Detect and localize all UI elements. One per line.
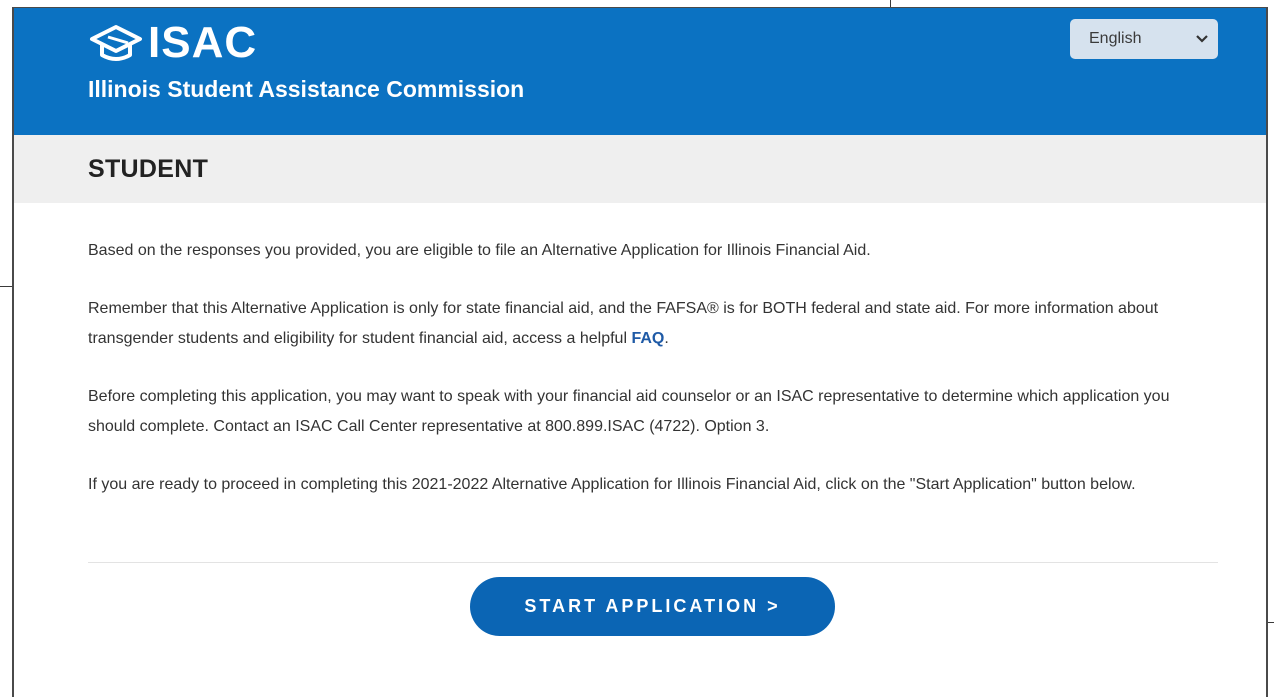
graduation-cap-icon <box>88 23 144 63</box>
page-title: STUDENT <box>88 155 209 183</box>
fafsa-paragraph: Remember that this Alternative Applicati… <box>88 294 1218 354</box>
crop-line-left <box>0 286 12 287</box>
organization-name: Illinois Student Assistance Commission <box>88 76 525 102</box>
logo-text: ISAC <box>148 18 258 67</box>
crop-line-right <box>1268 622 1274 623</box>
proceed-paragraph: If you are ready to proceed in completin… <box>88 476 1136 493</box>
chevron-down-icon <box>1196 30 1208 48</box>
main-content: Based on the responses you provided, you… <box>88 236 1218 528</box>
language-select-value: English <box>1089 30 1142 47</box>
faq-link[interactable]: FAQ <box>631 330 664 347</box>
page-frame: ISAC Illinois Student Assistance Commiss… <box>12 7 1268 697</box>
contact-paragraph: Before completing this application, you … <box>88 388 1170 435</box>
fafsa-paragraph-text: Remember that this Alternative Applicati… <box>88 300 1159 347</box>
section-header: STUDENT <box>14 135 1266 203</box>
eligibility-paragraph: Based on the responses you provided, you… <box>88 242 871 259</box>
fafsa-paragraph-end: . <box>664 330 669 347</box>
site-header: ISAC Illinois Student Assistance Commiss… <box>14 8 1266 135</box>
start-application-button[interactable]: START APPLICATION > <box>470 577 835 636</box>
language-select[interactable]: English <box>1070 19 1218 59</box>
isac-logo[interactable]: ISAC <box>88 20 257 66</box>
content-divider <box>88 562 1218 563</box>
